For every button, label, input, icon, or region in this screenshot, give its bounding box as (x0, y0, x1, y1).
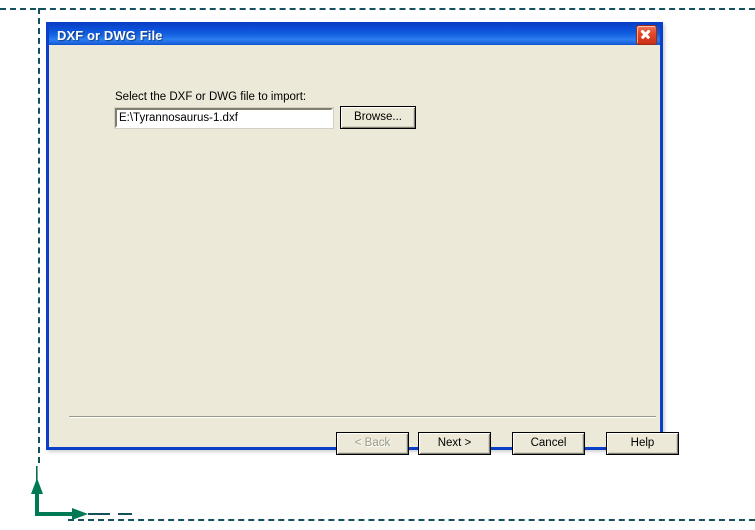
help-button[interactable]: Help (606, 432, 679, 455)
cancel-button[interactable]: Cancel (512, 432, 585, 455)
ucs-origin-axis-icon (31, 466, 132, 520)
dialog-body: Select the DXF or DWG file to import: Br… (49, 45, 679, 455)
file-path-input[interactable] (114, 107, 334, 129)
back-button[interactable]: < Back (336, 432, 409, 455)
dialog-title: DXF or DWG File (57, 27, 163, 43)
dxf-dwg-file-dialog: DXF or DWG File Select the DXF or DWG fi… (46, 22, 679, 455)
browse-button[interactable]: Browse... (340, 106, 416, 129)
file-path-label: Select the DXF or DWG file to import: (115, 91, 307, 103)
next-button[interactable]: Next > (418, 432, 491, 455)
dialog-button-row: < Back Next > Cancel Help (336, 432, 679, 455)
drawing-limits-top-edge (0, 8, 755, 10)
drawing-limits-left-edge (38, 8, 40, 463)
drawing-limits-bottom-edge (68, 519, 755, 521)
footer-separator (69, 416, 656, 418)
dialog-titlebar[interactable]: DXF or DWG File (46, 22, 663, 45)
close-icon[interactable] (636, 25, 657, 45)
